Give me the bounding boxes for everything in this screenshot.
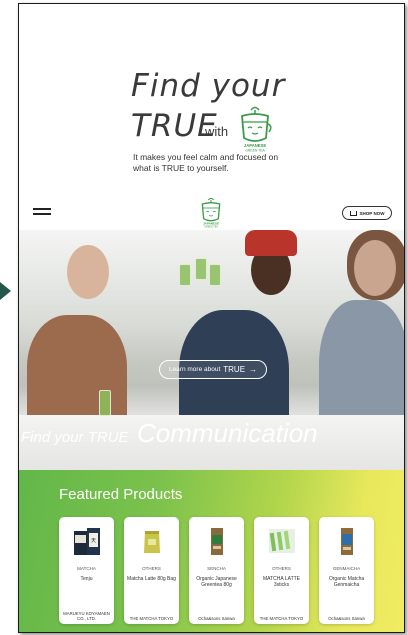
japanese-green-tea-logo-icon: JAPANESE GREEN TEA [241,106,272,152]
arrow-right-icon: → [249,365,258,374]
featured-title: Featured Products [59,486,183,503]
tea-glass [99,390,111,416]
sencha-pouch-icon [210,528,223,555]
product-category: MATCHA [77,566,96,571]
hero-photo-banner: Learn more about TRUE → Find your TRUE C… [19,230,404,470]
pointer-arrow-icon [0,282,11,300]
banner-caption: Find your TRUE Communication [21,418,318,449]
product-maker: MARUKYU KOYAMAEN CO., LTD. [63,611,110,621]
hero-with-text: with [205,124,229,139]
learn-more-label: Learn more about [168,366,221,373]
product-card[interactable]: OTHERS Matcha Latte 80g Bag THE MATCHA T… [124,517,179,624]
hamburger-menu-icon[interactable] [33,208,51,217]
product-category: GENMAICHA [332,566,361,571]
product-name: Organic Matcha Genmaicha [328,576,365,588]
product-name: MATCHA LATTE 3sticks [262,576,301,588]
product-card[interactable]: 天 MATCHA Tenju MARUKYU KOYAMAEN CO., LTD… [59,517,114,624]
product-maker: THE MATCHA TOKYO [259,616,304,621]
product-category: OTHERS [142,566,161,571]
matcha-bag-icon [143,531,160,553]
banner-caption-big: Communication [136,418,318,448]
banner-caption-small: Find your TRUE [21,429,129,446]
red-beanie [245,230,297,256]
product-maker: THE MATCHA TOKYO [129,616,174,621]
svg-text:JAPANESE: JAPANESE [244,143,266,148]
tea-glass [209,264,221,286]
product-name: Tenju [80,576,93,582]
tea-glass [179,264,191,286]
learn-more-true: TRUE [223,365,246,374]
cart-icon [349,210,357,216]
product-category: OTHERS [272,566,291,571]
svg-text:天: 天 [90,538,95,544]
nav-logo-icon[interactable]: JAPANESE GREEN TEA [196,196,226,228]
product-maker: Ocha&sons Sanwa [328,616,365,621]
learn-more-button[interactable]: Learn more about TRUE → [159,360,267,379]
hero-header: Find your TRUE with JAPANESE GREEN TEA I… [19,4,404,194]
product-maker: Ocha&sons Sanwa [198,616,235,621]
shop-now-button[interactable]: SHOP NOW [342,206,392,220]
svg-text:GREEN TEA: GREEN TEA [204,226,218,228]
hero-line-find-your: Find your [131,68,286,104]
product-card[interactable]: GENMAICHA Organic Matcha Genmaicha Ocha&… [319,517,374,624]
matcha-tin-icon: 天 [73,528,100,555]
product-name: Organic Japanese Greentea 80g [196,576,237,588]
product-card[interactable]: OTHERS MATCHA LATTE 3sticks THE MATCHA T… [254,517,309,624]
product-card[interactable]: SENCHA Organic Japanese Greentea 80g Och… [189,517,244,624]
latte-sticks-icon [268,529,295,553]
app-frame: Find your TRUE with JAPANESE GREEN TEA I… [18,3,405,633]
featured-products-section: Featured Products 天 MATCHA Tenju MARUKYU… [19,470,404,632]
genmaicha-pouch-icon [340,528,353,555]
hero-tagline: It makes you feel calm and focused on wh… [133,152,279,173]
top-navbar: JAPANESE GREEN TEA SHOP NOW [19,194,404,230]
shop-now-label: SHOP NOW [359,210,385,216]
tea-glass [195,258,207,280]
product-card-list: 天 MATCHA Tenju MARUKYU KOYAMAEN CO., LTD… [59,517,374,624]
product-name: Matcha Latte 80g Bag [127,576,176,582]
product-category: SENCHA [207,566,226,571]
